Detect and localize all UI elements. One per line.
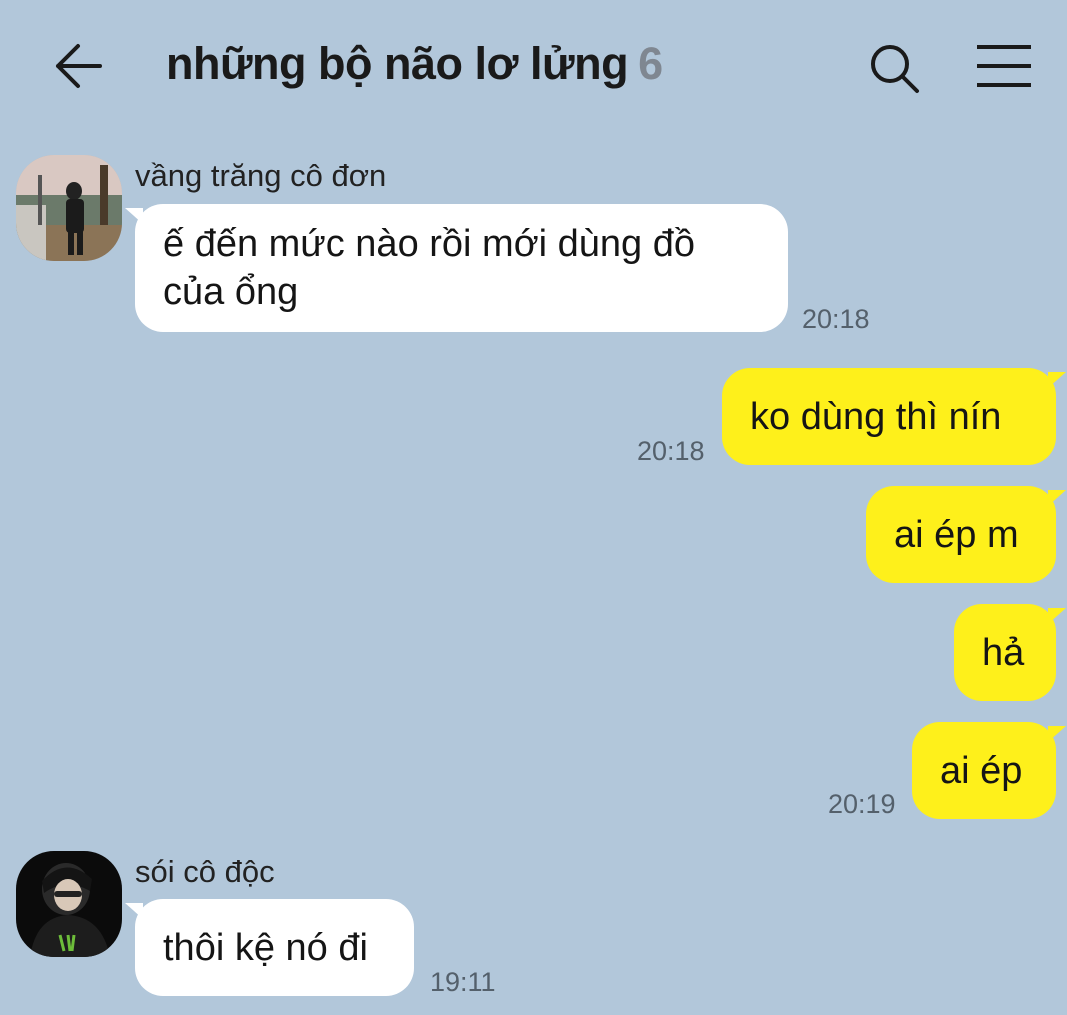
message-bubble[interactable]: ko dùng thì nín <box>722 368 1066 465</box>
member-count: 6 <box>638 38 663 89</box>
search-icon[interactable] <box>866 40 922 96</box>
avatar[interactable] <box>16 155 122 261</box>
message-text: ko dùng thì nín <box>750 395 1002 438</box>
message-time: 19:11 <box>430 967 496 997</box>
message-time: 20:19 <box>828 789 896 819</box>
message-bubble[interactable]: hả <box>954 604 1066 701</box>
message-text: hả <box>982 631 1025 674</box>
message-time: 20:18 <box>637 436 705 466</box>
chat-room-name: những bộ não lơ lửng <box>166 38 629 89</box>
message-time: 20:18 <box>802 304 870 334</box>
message-text-line: ế đến mức nào rồi mới dùng đồ <box>163 223 695 265</box>
avatar[interactable] <box>16 851 122 957</box>
message-text-line: của ổng <box>163 271 299 313</box>
chat-title: những bộ não lơ lửng 6 <box>166 38 663 90</box>
hamburger-menu-icon[interactable] <box>975 44 1033 88</box>
message-bubble[interactable]: ai ép m <box>866 486 1066 583</box>
message-bubble[interactable]: thôi kệ nó đi <box>125 899 414 996</box>
back-arrow-icon[interactable] <box>52 42 104 90</box>
message-bubble[interactable]: ế đến mức nào rồi mới dùng đồ của ổng <box>125 204 788 332</box>
message-text: ai ép m <box>894 513 1019 556</box>
chat-header: những bộ não lơ lửng 6 <box>0 0 1067 135</box>
sender-name: vầng trăng cô đơn <box>135 158 387 193</box>
message-text: ai ép <box>940 749 1023 792</box>
message-text: thôi kệ nó đi <box>163 926 368 969</box>
sender-name: sói cô độc <box>135 854 275 889</box>
message-bubble[interactable]: ai ép <box>912 722 1066 819</box>
